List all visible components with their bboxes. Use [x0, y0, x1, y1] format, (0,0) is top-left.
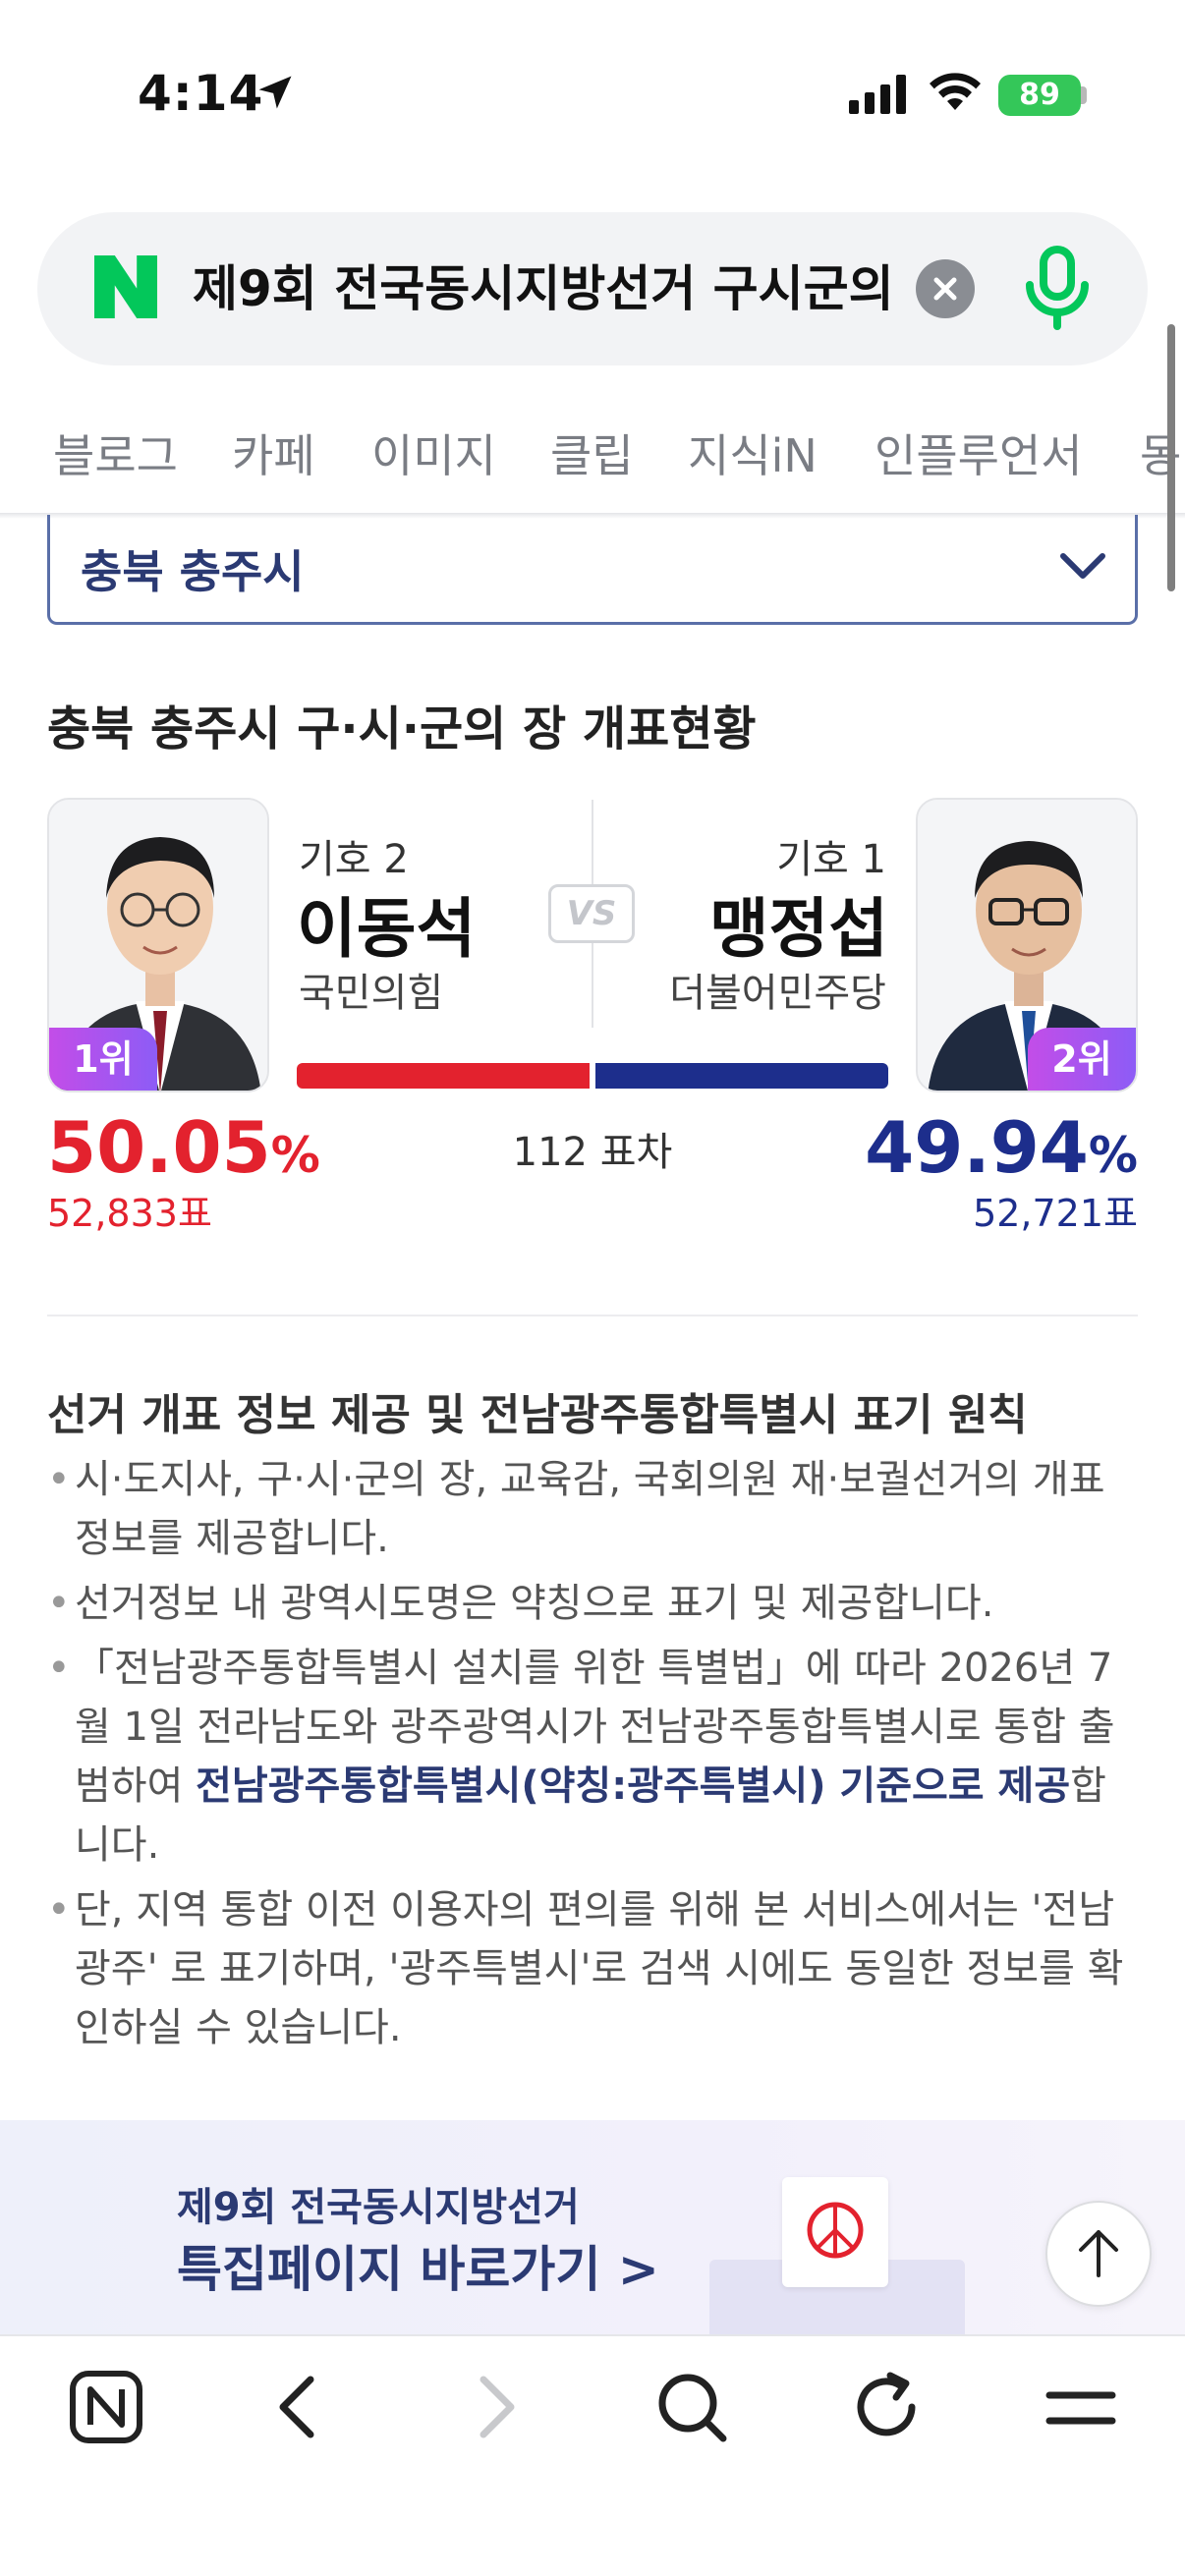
wifi-icon [930, 73, 981, 110]
vote-percent-right-value: 49.94 [865, 1106, 1089, 1189]
battery-indicator: 89 [998, 75, 1081, 116]
section-divider [47, 1315, 1138, 1316]
vote-share-bar-right [595, 1063, 888, 1089]
rank-badge-left: 1위 [49, 1028, 157, 1091]
scroll-top-button[interactable] [1045, 2201, 1152, 2307]
notice-title: 선거 개표 정보 제공 및 전남광주통합특별시 표기 원칙 [47, 1390, 1028, 1440]
vote-percent-right-unit: % [1088, 1127, 1138, 1184]
rank-badge-right: 2위 [1028, 1028, 1136, 1091]
banner-link[interactable]: 특집페이지 바로가기 > [177, 2230, 659, 2301]
notice-item: 선거정보 내 광역시도명은 약칭으로 표기 및 제공합니다. [47, 1574, 1138, 1633]
ballot-paper-illustration [782, 2177, 888, 2287]
battery-tip [1081, 86, 1087, 104]
candidate-name-right[interactable]: 맹정섭 [709, 876, 888, 971]
vote-count-right: 52,721표 [973, 1192, 1138, 1235]
chevron-down-icon[interactable] [1059, 550, 1106, 582]
region-select-value[interactable]: 충북 충주시 [81, 536, 305, 601]
results-title: 충북 충주시 구·시·군의 장 개표현황 [47, 701, 757, 756]
tab-influencer[interactable]: 인플루언서 [875, 420, 1083, 485]
search-icon[interactable] [652, 2368, 731, 2446]
notice-item: 「전남광주통합특별시 설치를 위한 특별법」에 따라 2026년 7월 1일 전… [47, 1639, 1138, 1875]
notice-list: 시·도지사, 구·시·군의 장, 교육감, 국회의원 재·보궐선거의 개표 정보… [47, 1450, 1138, 2063]
tab-knowledge-in[interactable]: 지식iN [688, 420, 818, 485]
vote-count-left: 52,833표 [47, 1192, 212, 1235]
notice-highlight: 전남광주통합특별시(약칭:광주특별시) 기준으로 제공 [196, 1764, 1071, 1809]
candidate-party-right: 더불어민주당 [669, 971, 886, 1016]
page-scrollbar[interactable] [1167, 324, 1175, 591]
status-time: 4:14 [138, 65, 264, 122]
candidate-photo-left[interactable]: 1위 [47, 798, 269, 1092]
candidate-photo-right[interactable]: 2위 [916, 798, 1138, 1092]
vote-percent-right: 49.94% [865, 1106, 1138, 1189]
clear-icon [933, 277, 957, 301]
banner-title[interactable]: 제9회 전국동시지방선거 [177, 2175, 580, 2232]
vs-badge: VS [548, 884, 635, 943]
refresh-icon[interactable] [847, 2368, 926, 2446]
microphone-icon[interactable] [1022, 246, 1093, 332]
naver-n-logo[interactable] [94, 253, 157, 320]
candidate-name-left[interactable]: 이동석 [297, 876, 476, 971]
notice-item: 단, 지역 통합 이전 이용자의 편의를 위해 본 서비스에서는 '전남광주' … [47, 1880, 1138, 2057]
tab-image[interactable]: 이미지 [371, 420, 496, 485]
back-icon[interactable] [259, 2368, 338, 2446]
tab-blog[interactable]: 블로그 [53, 420, 178, 485]
vote-stamp-icon [807, 2202, 864, 2259]
search-input[interactable]: 제9회 전국동시지방선거 구시군의장 [193, 253, 892, 324]
notice-item: 시·도지사, 구·시·군의 장, 교육감, 국회의원 재·보궐선거의 개표 정보… [47, 1450, 1138, 1568]
location-arrow-icon [258, 76, 292, 109]
tab-cafe[interactable]: 카페 [232, 420, 315, 485]
bottom-toolbar [0, 2334, 1185, 2576]
naver-home-icon[interactable] [67, 2368, 145, 2446]
arrow-up-icon [1079, 2230, 1118, 2277]
cellular-signal-icon [849, 75, 906, 114]
clear-button[interactable] [916, 259, 975, 318]
search-tabs: 블로그 카페 이미지 클립 지식iN 인플루언서 동 [0, 401, 1185, 499]
vote-share-bar-left [297, 1063, 590, 1089]
forward-icon[interactable] [456, 2368, 535, 2446]
candidate-party-left: 국민의힘 [299, 971, 444, 1016]
tab-clip[interactable]: 클립 [550, 420, 634, 485]
menu-icon[interactable] [1042, 2368, 1120, 2446]
